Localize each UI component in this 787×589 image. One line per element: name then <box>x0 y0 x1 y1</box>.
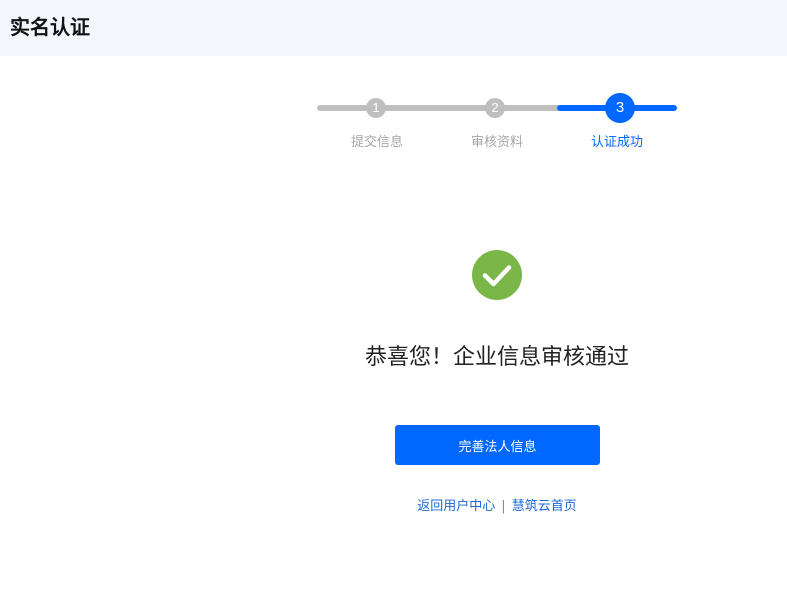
step-2-label: 审核资料 <box>470 135 523 150</box>
step-3-label: 认证成功 <box>590 135 643 150</box>
footer-links: 返回用户中心 | 慧筑云首页 <box>347 497 647 517</box>
step-track-completed <box>317 105 567 111</box>
check-circle-icon <box>472 250 522 300</box>
step-progress: 1 2 3 提交信息 审核资料 认证成功 <box>0 0 787 170</box>
step-1-circle: 1 <box>366 98 386 118</box>
success-message: 恭喜您！企业信息审核通过 <box>364 345 629 370</box>
step-3-circle: 3 <box>605 93 635 123</box>
step-1-label: 提交信息 <box>350 135 403 150</box>
link-separator: | <box>501 499 506 514</box>
back-to-user-center-link[interactable]: 返回用户中心 <box>417 499 495 514</box>
complete-legal-person-info-button[interactable]: 完善法人信息 <box>395 425 600 465</box>
step-2-circle: 2 <box>485 98 505 118</box>
homepage-link[interactable]: 慧筑云首页 <box>512 499 577 514</box>
